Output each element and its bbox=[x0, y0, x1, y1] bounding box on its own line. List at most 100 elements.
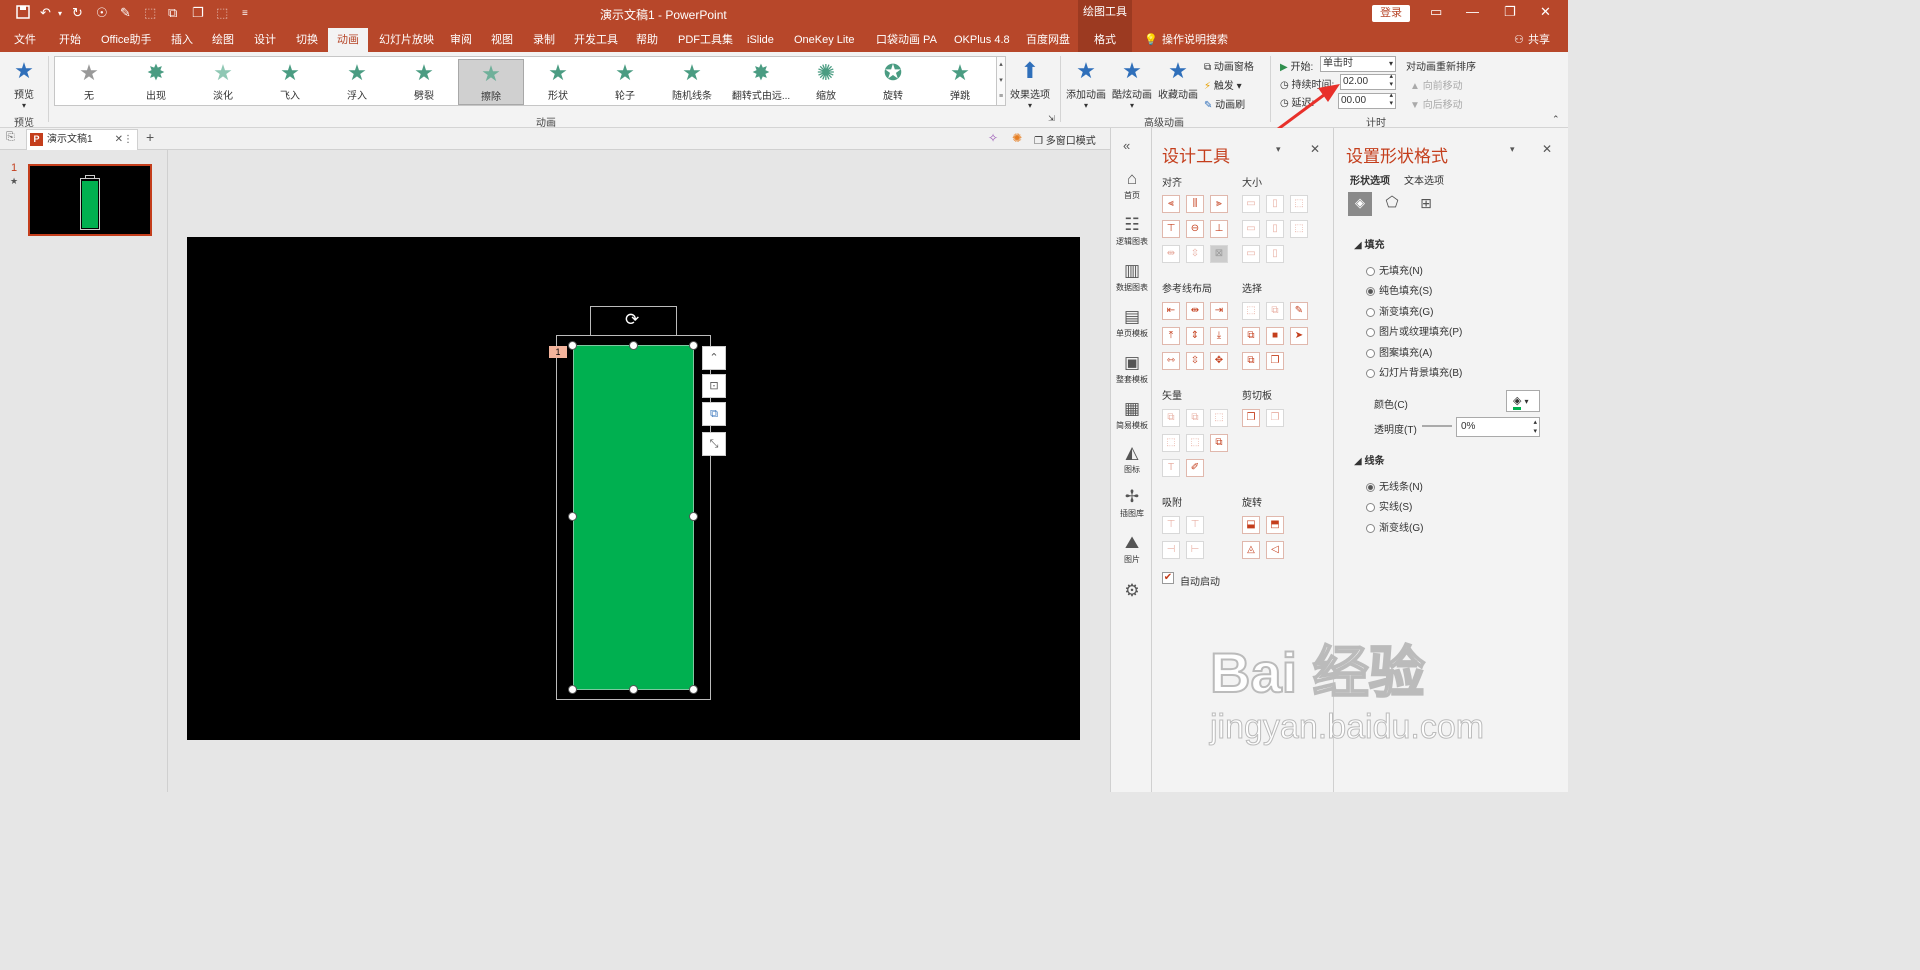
slide-thumbnail[interactable] bbox=[28, 164, 152, 236]
size-match-icon[interactable]: ▭ bbox=[1242, 245, 1260, 263]
new-tab-icon[interactable]: + bbox=[146, 129, 154, 145]
sidebar-item-pictures[interactable]: ⛰ 图片 bbox=[1111, 532, 1153, 565]
line-solid-radio[interactable]: 实线(S) bbox=[1366, 498, 1412, 513]
guide-fill-all-icon[interactable]: ✥ bbox=[1210, 352, 1228, 370]
resize-handle[interactable] bbox=[568, 512, 577, 521]
close-tab-icon[interactable]: ✕ bbox=[115, 130, 123, 149]
magic-icon[interactable]: ✧ bbox=[988, 131, 998, 145]
effects-pentagon-icon[interactable]: ⬠ bbox=[1380, 192, 1404, 216]
align-top-icon[interactable]: ⊤ bbox=[1162, 220, 1180, 238]
select-same-icon[interactable]: ⬚ bbox=[1242, 302, 1260, 320]
size-h-icon[interactable]: ▭ bbox=[1242, 220, 1260, 238]
clipboard-copy-icon[interactable]: ❐ bbox=[1242, 409, 1260, 427]
sidebar-item-settings[interactable]: ⚙ bbox=[1111, 580, 1153, 602]
document-tab[interactable]: P 演示文稿1 ✕ ⋮ bbox=[26, 129, 138, 150]
sidebar-item-data-chart[interactable]: ▥ 数据图表 bbox=[1111, 260, 1153, 293]
snap-bottom-icon[interactable]: ⊤ bbox=[1186, 516, 1204, 534]
fill-picture-radio[interactable]: 图片或纹理填充(P) bbox=[1366, 323, 1462, 338]
same-height-icon[interactable]: ▯ bbox=[1266, 195, 1284, 213]
vector-intersect-icon[interactable]: ⬚ bbox=[1162, 434, 1180, 452]
align-right-icon[interactable]: ⫸ bbox=[1210, 195, 1228, 213]
align-left-icon[interactable]: ⫷ bbox=[1162, 195, 1180, 213]
select-similar-icon[interactable]: ⧉ bbox=[1266, 302, 1284, 320]
sidebar-item-home[interactable]: ⌂ 首页 bbox=[1111, 168, 1153, 201]
resize-handle[interactable] bbox=[568, 341, 577, 350]
select-cursor-icon[interactable]: ➤ bbox=[1290, 327, 1308, 345]
vector-union-icon[interactable]: ⧉ bbox=[1162, 409, 1180, 427]
sidebar-item-full-template[interactable]: ▣ 整套模板 bbox=[1111, 352, 1153, 385]
rotate-flip-h-icon[interactable]: ⬒ bbox=[1266, 516, 1284, 534]
close-pane-icon[interactable]: ✕ bbox=[1542, 142, 1552, 156]
collapse-icon[interactable]: « bbox=[1123, 138, 1130, 153]
fill-solid-radio[interactable]: 纯色填充(S) bbox=[1366, 282, 1432, 297]
text-options-tab[interactable]: 文本选项 bbox=[1404, 172, 1444, 187]
same-size-icon[interactable]: ⬚ bbox=[1290, 195, 1308, 213]
resize-handle[interactable] bbox=[629, 341, 638, 350]
line-header[interactable]: ◢ 线条 bbox=[1354, 452, 1384, 467]
layout-options-icon[interactable]: ⌃ bbox=[702, 346, 726, 370]
multiwindow-button[interactable]: ❐ 多窗口模式 bbox=[1034, 132, 1096, 147]
crop-icon[interactable]: ⤡ bbox=[702, 432, 726, 456]
guide-center-icon[interactable]: ⇹ bbox=[1186, 302, 1204, 320]
sidebar-item-single-template[interactable]: ▤ 单页模板 bbox=[1111, 306, 1153, 339]
green-fill-rectangle[interactable] bbox=[573, 345, 694, 690]
guide-top-icon[interactable]: ⤒ bbox=[1162, 327, 1180, 345]
vector-fragment-icon[interactable]: ⬚ bbox=[1210, 409, 1228, 427]
sidebar-item-illustrations[interactable]: ✢ 插图库 bbox=[1111, 486, 1153, 519]
select-group-icon[interactable]: ⧉ bbox=[1242, 327, 1260, 345]
transparency-input[interactable]: 0% ▴ ▾ bbox=[1456, 417, 1540, 437]
sidebar-item-icons[interactable]: ◭ 图标 bbox=[1111, 442, 1153, 475]
pane-dropdown-icon[interactable]: ▾ bbox=[1276, 144, 1281, 155]
snap-left-icon[interactable]: ⊣ bbox=[1162, 541, 1180, 559]
align-middle-icon[interactable]: ⊖ bbox=[1186, 220, 1204, 238]
size-v-icon[interactable]: ▯ bbox=[1266, 220, 1284, 238]
size-both-icon[interactable]: ⬚ bbox=[1290, 220, 1308, 238]
select-magic-icon[interactable]: ✎ bbox=[1290, 302, 1308, 320]
transparency-slider[interactable] bbox=[1422, 425, 1452, 427]
select-order-icon[interactable]: ⧉ bbox=[1242, 352, 1260, 370]
resize-handle[interactable] bbox=[689, 512, 698, 521]
close-pane-icon[interactable]: ✕ bbox=[1310, 142, 1320, 156]
snap-top-icon[interactable]: ⊤ bbox=[1162, 516, 1180, 534]
resize-handle[interactable] bbox=[689, 341, 698, 350]
distribute-v-icon[interactable]: ⇳ bbox=[1186, 245, 1204, 263]
line-none-radio[interactable]: 无线条(N) bbox=[1366, 478, 1423, 493]
size-fit-icon[interactable]: ▯ bbox=[1266, 245, 1284, 263]
guide-right-icon[interactable]: ⇥ bbox=[1210, 302, 1228, 320]
align-center-icon[interactable]: ⫼ bbox=[1186, 195, 1204, 213]
animation-order-badge[interactable]: 1 bbox=[549, 346, 567, 358]
vector-combine-icon[interactable]: ⧉ bbox=[1186, 409, 1204, 427]
fill-none-radio[interactable]: 无填充(N) bbox=[1366, 262, 1423, 277]
guide-left-icon[interactable]: ⇤ bbox=[1162, 302, 1180, 320]
vector-text-icon[interactable]: T bbox=[1162, 459, 1180, 477]
align-disabled-icon[interactable]: ⊠ bbox=[1210, 245, 1228, 263]
tab-list-icon[interactable]: ⎘ bbox=[6, 131, 15, 144]
shape-options-tab[interactable]: 形状选项 bbox=[1350, 172, 1390, 187]
snap-right-icon[interactable]: ⊢ bbox=[1186, 541, 1204, 559]
fill-pattern-radio[interactable]: 图案填充(A) bbox=[1366, 344, 1432, 359]
vector-edit-icon[interactable]: ✐ bbox=[1186, 459, 1204, 477]
same-width-icon[interactable]: ▭ bbox=[1242, 195, 1260, 213]
fill-header[interactable]: ◢ 填充 bbox=[1354, 236, 1384, 251]
line-gradient-radio[interactable]: 渐变线(G) bbox=[1366, 519, 1423, 534]
fill-color-picker[interactable]: ◈ ▾ bbox=[1506, 390, 1540, 412]
guide-fill-h-icon[interactable]: ⇿ bbox=[1162, 352, 1180, 370]
spinner-icon[interactable]: ▴ ▾ bbox=[1533, 418, 1537, 436]
vector-split-icon[interactable]: ⧉ bbox=[1210, 434, 1228, 452]
rotate-handle-icon[interactable]: ⟳ bbox=[625, 310, 639, 330]
resize-handle[interactable] bbox=[568, 685, 577, 694]
sidebar-item-logic-chart[interactable]: ☷ 逻辑图表 bbox=[1111, 214, 1153, 247]
distribute-h-icon[interactable]: ⇹ bbox=[1162, 245, 1180, 263]
vector-subtract-icon[interactable]: ⬚ bbox=[1186, 434, 1204, 452]
sidebar-item-simple-template[interactable]: ▦ 简易模板 bbox=[1111, 398, 1153, 431]
resize-handle[interactable] bbox=[629, 685, 638, 694]
clipboard-paste-icon[interactable]: ❐ bbox=[1266, 409, 1284, 427]
select-layer-icon[interactable]: ■ bbox=[1266, 327, 1284, 345]
select-front-icon[interactable]: ❐ bbox=[1266, 352, 1284, 370]
more-icon[interactable]: ⋮ bbox=[123, 130, 133, 149]
guide-middle-icon[interactable]: ⇕ bbox=[1186, 327, 1204, 345]
rotate-triangle-icon[interactable]: ◬ bbox=[1242, 541, 1260, 559]
fill-background-radio[interactable]: 幻灯片背景填充(B) bbox=[1366, 364, 1462, 379]
fill-line-icon[interactable]: ◈ bbox=[1348, 192, 1372, 216]
rotate-perspective-icon[interactable]: ◁ bbox=[1266, 541, 1284, 559]
